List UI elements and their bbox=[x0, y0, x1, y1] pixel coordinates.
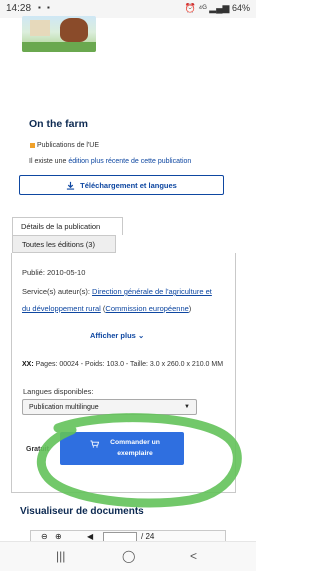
chevron-down-icon: ⌄ bbox=[137, 331, 145, 340]
author-services: Service(s) auteur(s): Direction générale… bbox=[22, 287, 212, 313]
price-free-label: Gratuit bbox=[26, 446, 49, 453]
signal-icon: ▂▄▆ bbox=[209, 3, 230, 13]
publication-title: On the farm bbox=[29, 118, 88, 130]
language-select[interactable]: Publication multilingue ▼ bbox=[22, 399, 197, 415]
document-viewer-title: Visualiseur de documents bbox=[20, 506, 144, 517]
published-date: Publié: 2010-05-10 bbox=[22, 268, 86, 277]
dropdown-arrow-icon: ▼ bbox=[184, 404, 190, 410]
order-button-label: Commander un exemplaire bbox=[110, 439, 160, 457]
order-copy-button[interactable]: Commander un exemplaire bbox=[60, 432, 184, 465]
cover-grass bbox=[22, 42, 96, 52]
service-link-commission[interactable]: Commission européenne bbox=[105, 304, 188, 313]
status-right: ⏰ ⁴ᴳ ▂▄▆ 64% bbox=[185, 3, 250, 14]
format-details: XX: Pages: 00024 - Poids: 103.0 - Taille… bbox=[22, 360, 227, 370]
tab-all-editions[interactable]: Toutes les éditions (3) bbox=[12, 235, 116, 253]
show-more-link[interactable]: Afficher plus ⌄ bbox=[90, 331, 144, 340]
status-time: 14:28 bbox=[6, 3, 32, 14]
android-navigation-bar: ||| ◯ < bbox=[0, 541, 256, 571]
recent-apps-icon[interactable]: ||| bbox=[56, 549, 65, 563]
cover-cow bbox=[60, 18, 88, 42]
status-system-icons: ⏰ ⁴ᴳ bbox=[184, 3, 207, 13]
download-icon bbox=[67, 181, 75, 190]
languages-label: Langues disponibles: bbox=[23, 387, 94, 396]
cart-icon bbox=[90, 440, 99, 448]
newer-edition-notice: Il existe une édition plus récente de ce… bbox=[29, 158, 192, 165]
publisher-badge: Publications de l'UE bbox=[30, 142, 99, 149]
cover-house bbox=[30, 20, 50, 36]
prev-page-icon[interactable]: ◀ bbox=[87, 532, 93, 541]
download-button-label: Téléchargement et langues bbox=[80, 180, 177, 190]
page-count: / 24 bbox=[141, 532, 155, 541]
status-notification-icons: ▪ ▪ bbox=[38, 3, 52, 12]
home-icon[interactable]: ◯ bbox=[122, 549, 135, 563]
tab-publication-details[interactable]: Détails de la publication bbox=[12, 217, 123, 235]
newer-edition-link[interactable]: édition plus récente de cette publicatio… bbox=[68, 158, 191, 165]
download-languages-button[interactable]: Téléchargement et langues bbox=[19, 175, 224, 195]
format-key: XX: bbox=[22, 361, 34, 368]
battery-text: 64% bbox=[231, 3, 250, 13]
zoom-out-icon[interactable]: ⊖ bbox=[41, 532, 48, 541]
language-selected-value: Publication multilingue bbox=[29, 403, 99, 411]
format-text: Pages: 00024 - Poids: 103.0 - Taille: 3.… bbox=[33, 361, 224, 368]
badge-square-icon bbox=[30, 142, 35, 148]
back-icon[interactable]: < bbox=[190, 549, 197, 563]
publication-cover-image[interactable] bbox=[22, 16, 96, 52]
zoom-in-icon[interactable]: ⊕ bbox=[55, 532, 62, 541]
